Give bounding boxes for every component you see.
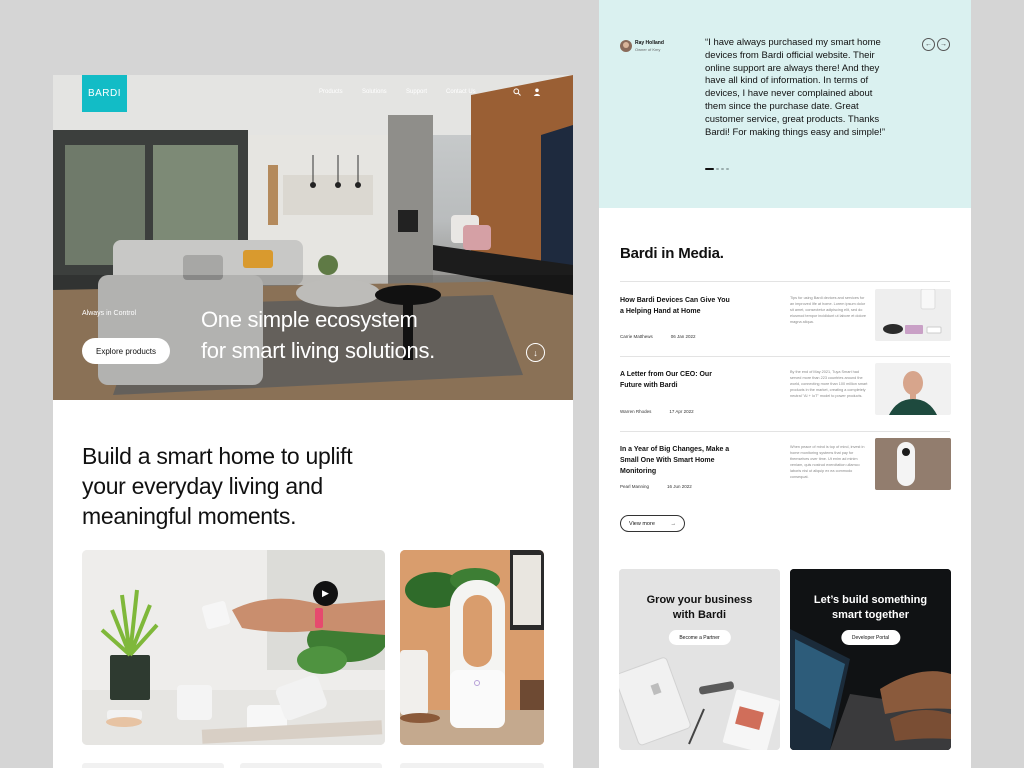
view-more-button[interactable]: View more → — [620, 515, 685, 532]
hero-title: One simple ecosystem for smart living so… — [201, 307, 435, 363]
hero-section: BARDI Products Solutions Support Contact… — [53, 75, 573, 400]
article-meta: Pearl Manning 16 Jun 2022 — [620, 484, 692, 489]
testimonial-quote: “I have always purchased my smart home d… — [705, 37, 886, 138]
developer-cta-card: Let’s build something smart together Dev… — [790, 569, 951, 750]
arrow-left-icon[interactable]: ← — [922, 38, 935, 51]
article-title[interactable]: How Bardi Devices Can Give You a Helping… — [620, 295, 735, 317]
article-meta: Warren Rhodes 17 Apr 2022 — [620, 409, 694, 414]
ceo-portrait-photo — [875, 363, 951, 415]
testimonial-role: Owner of Kmy — [635, 47, 661, 52]
card-stub — [240, 763, 382, 768]
divider — [620, 356, 950, 357]
nav-contact-us[interactable]: Contact Us — [446, 89, 476, 95]
media-page-mockup: Ray Holland Owner of Kmy “I have always … — [599, 0, 971, 768]
carousel-dot[interactable] — [726, 168, 729, 170]
article-description: When peace of mind is top of mind, inves… — [790, 445, 865, 479]
card-stub — [82, 763, 224, 768]
article-description: Tips for using Bardi devices and service… — [790, 296, 866, 324]
article-thumbnail[interactable] — [875, 363, 951, 415]
article-title[interactable]: A Letter from Our CEO: Our Future with B… — [620, 369, 735, 391]
become-partner-button[interactable]: Become a Partner — [668, 630, 731, 645]
arrow-down-icon[interactable]: ↓ — [526, 343, 545, 362]
partner-cta-title: Grow your business with Bardi — [646, 594, 753, 621]
article-thumbnail[interactable] — [875, 438, 951, 490]
play-icon[interactable]: ▶ — [313, 581, 338, 606]
testimonial-name: Ray Holland — [635, 40, 664, 46]
card-stub — [400, 763, 544, 768]
smart-fan-card[interactable] — [400, 550, 544, 745]
bardi-logo[interactable]: BARDI — [82, 75, 127, 112]
partner-cta-card: Grow your business with Bardi Become a P… — [619, 569, 780, 750]
carousel-dot[interactable] — [721, 168, 724, 170]
doorbell-camera-photo — [875, 438, 951, 490]
smart-speaker-photo — [875, 289, 951, 341]
avatar — [620, 40, 632, 52]
carousel-dot[interactable] — [705, 168, 714, 170]
arrow-right-icon[interactable]: → — [937, 38, 950, 51]
article-title[interactable]: In a Year of Big Changes, Make a Small O… — [620, 444, 735, 477]
arrow-right-icon: → — [670, 520, 677, 527]
landing-page-mockup: BARDI Products Solutions Support Contact… — [53, 75, 573, 768]
smart-fan-photo — [400, 550, 544, 745]
carousel-dots — [705, 168, 729, 170]
explore-products-button[interactable]: Explore products — [82, 338, 170, 364]
developer-cta-title: Let’s build something smart together — [813, 594, 928, 621]
developer-portal-button[interactable]: Developer Portal — [840, 630, 901, 645]
divider — [620, 431, 950, 432]
testimonial-section: Ray Holland Owner of Kmy “I have always … — [599, 0, 971, 208]
hero-tagline: Always in Control — [82, 310, 137, 317]
media-section-title: Bardi in Media. — [620, 245, 724, 262]
article-description: By the end of May 2021, Tuya Smart had s… — [790, 370, 868, 398]
intro-heading: Build a smart home to uplift your everyd… — [82, 443, 353, 529]
article-meta: Carrie Matthews 06 Jan 2022 — [620, 334, 696, 339]
product-video-card[interactable]: ▶ — [82, 550, 385, 745]
nav-support[interactable]: Support — [406, 89, 427, 95]
nav-solutions[interactable]: Solutions — [362, 89, 387, 95]
carousel-dot[interactable] — [716, 168, 719, 170]
article-thumbnail[interactable] — [875, 289, 951, 341]
search-icon[interactable] — [513, 88, 521, 98]
nav-products[interactable]: Products — [319, 89, 343, 95]
divider — [620, 281, 950, 282]
user-icon[interactable] — [533, 88, 541, 98]
smart-plug-photo — [82, 550, 385, 745]
